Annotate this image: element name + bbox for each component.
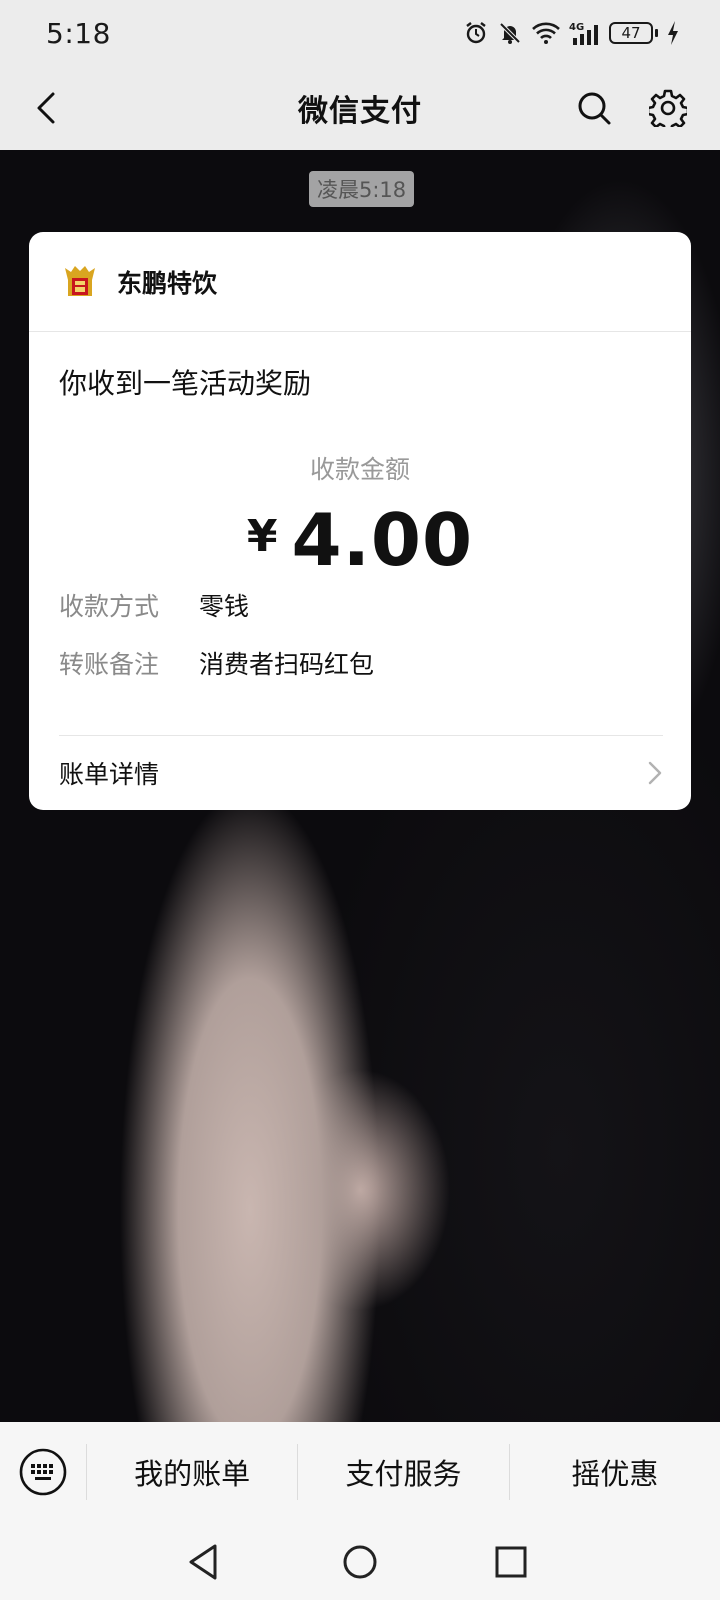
battery-level: 47 <box>609 22 653 44</box>
charging-icon <box>666 20 680 46</box>
system-home-button[interactable] <box>332 1534 388 1590</box>
detail-row-transfer-note: 转账备注 消费者扫码红包 <box>59 645 374 681</box>
amount-label: 收款金额 <box>309 455 410 484</box>
chevron-left-icon <box>37 92 55 124</box>
nav-bar: 微信支付 <box>0 66 720 150</box>
search-button[interactable] <box>572 86 616 130</box>
system-recents-button[interactable] <box>483 1534 539 1590</box>
status-time: 5:18 <box>46 16 111 50</box>
menu-payment-services[interactable]: 支付服务 <box>297 1444 508 1500</box>
card-header: 东鹏特饮 <box>29 232 691 332</box>
detail-label: 收款方式 <box>59 592 160 621</box>
mute-bell-icon <box>497 20 523 46</box>
battery-indicator: 47 <box>609 22 658 44</box>
signal-4g-icon: 4G <box>569 20 601 46</box>
merchant-name: 东鹏特饮 <box>117 268 218 298</box>
alarm-icon <box>463 20 489 46</box>
detail-row-payment-method: 收款方式 零钱 <box>59 587 249 623</box>
detail-value: 零钱 <box>199 592 250 621</box>
wechat-pay-screen: 5:18 4G 47 微信支付 凌晨5:18 东鹏特饮 你收到一笔活动奖励 收款… <box>0 0 720 1600</box>
keyboard-icon <box>19 1448 67 1496</box>
detail-value: 消费者扫码红包 <box>199 650 375 679</box>
keyboard-toggle-button[interactable] <box>0 1422 86 1522</box>
circle-home-icon <box>343 1545 377 1579</box>
amount-display: ¥ 4.00 <box>29 498 691 582</box>
amount-value: 4.00 <box>291 498 474 582</box>
svg-text:4G: 4G <box>569 22 584 33</box>
menu-shake-offers[interactable]: 摇优惠 <box>508 1444 720 1500</box>
card-headline: 你收到一笔活动奖励 <box>59 367 312 400</box>
settings-button[interactable] <box>644 84 692 132</box>
currency-symbol: ¥ <box>246 511 278 562</box>
back-button[interactable] <box>24 86 68 130</box>
triangle-back-icon <box>189 1544 217 1580</box>
gear-icon <box>649 89 687 127</box>
battery-tip <box>655 29 658 37</box>
message-timestamp: 凌晨5:18 <box>309 171 415 207</box>
search-icon <box>578 92 611 125</box>
bill-detail-link[interactable]: 账单详情 <box>59 736 663 810</box>
system-back-button[interactable] <box>175 1534 231 1590</box>
detail-label: 转账备注 <box>59 650 160 679</box>
status-bar: 5:18 4G 47 <box>0 0 720 66</box>
merchant-logo-icon <box>65 265 95 296</box>
payment-notification-card[interactable]: 东鹏特饮 你收到一笔活动奖励 收款金额 ¥ 4.00 收款方式 零钱 转账备注 … <box>29 232 691 810</box>
bill-detail-label: 账单详情 <box>59 760 160 789</box>
status-icons: 4G 47 <box>463 20 680 46</box>
bottom-menu: 我的账单 支付服务 摇优惠 <box>0 1422 720 1522</box>
menu-my-bills[interactable]: 我的账单 <box>86 1444 297 1500</box>
square-recents-icon <box>495 1546 527 1578</box>
chevron-right-icon <box>648 761 662 785</box>
wifi-icon <box>531 21 561 45</box>
page-title: 微信支付 <box>298 94 422 129</box>
system-nav-bar <box>0 1522 720 1600</box>
